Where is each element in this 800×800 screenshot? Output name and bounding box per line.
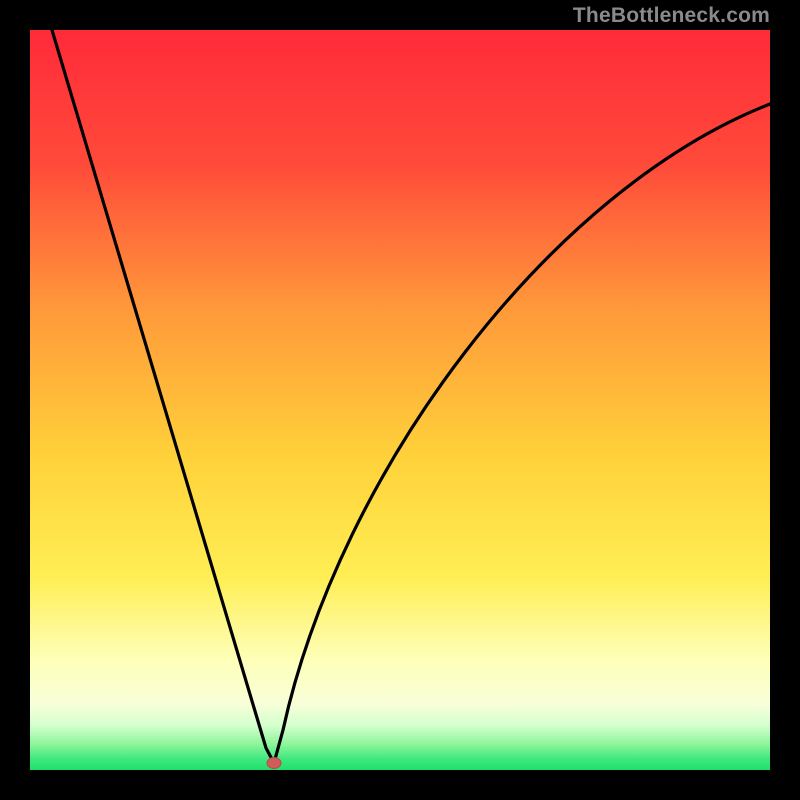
chart-frame: TheBottleneck.com (0, 0, 800, 800)
plot-area (30, 30, 770, 770)
curve-right-branch (274, 104, 770, 763)
min-point-marker (267, 758, 281, 769)
curve-left-branch (52, 30, 274, 763)
bottleneck-curve (30, 30, 770, 770)
watermark-text: TheBottleneck.com (573, 4, 770, 28)
